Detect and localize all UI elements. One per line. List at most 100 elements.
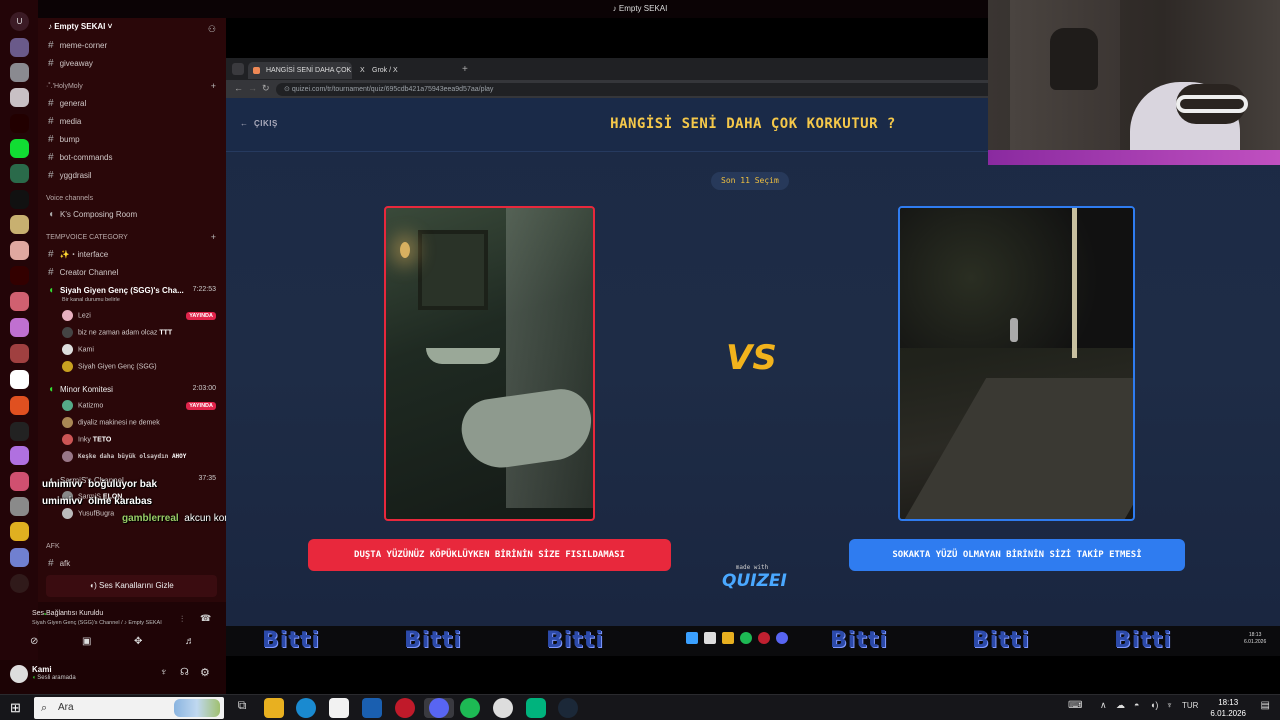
server-icon[interactable] bbox=[10, 548, 29, 567]
voice-user[interactable]: YusufBugra bbox=[62, 508, 114, 519]
obs-icon[interactable] bbox=[493, 698, 513, 718]
new-tab-icon[interactable]: + bbox=[462, 64, 468, 75]
category-holymoly[interactable]: ·˚.'HolyMoly bbox=[46, 83, 83, 90]
option-right-image[interactable] bbox=[898, 206, 1135, 521]
voice-channel[interactable]: ◖ K's Composing Room bbox=[48, 209, 137, 220]
taskbar-search[interactable]: ⌕ Ara bbox=[34, 697, 224, 719]
channel-item[interactable]: # Creator Channel bbox=[48, 267, 118, 278]
server-icon[interactable] bbox=[10, 139, 29, 158]
channel-item[interactable]: # bump bbox=[48, 134, 80, 145]
camera-off-icon[interactable]: ⊘ bbox=[30, 636, 38, 647]
category-afk[interactable]: AFK bbox=[46, 543, 60, 550]
microphone-icon[interactable]: ♆ bbox=[160, 667, 168, 678]
steam-icon[interactable] bbox=[558, 698, 578, 718]
server-icon[interactable] bbox=[10, 215, 29, 234]
server-icon[interactable] bbox=[10, 422, 29, 441]
speaker-icon[interactable]: ◖) bbox=[1150, 700, 1158, 710]
server-icon[interactable] bbox=[10, 396, 29, 415]
task-view-icon[interactable]: ⧉ bbox=[232, 698, 252, 718]
file-explorer-icon[interactable] bbox=[264, 698, 284, 718]
voice-user[interactable]: Siyah Giyen Genç (SGG) bbox=[62, 361, 157, 372]
tab-quiz[interactable]: HANGİSİ SENİ DAHA ÇOK bbox=[248, 62, 352, 79]
hash-icon: # bbox=[48, 98, 54, 109]
voice-user[interactable]: biz ne zaman adam olcaz TTT bbox=[62, 327, 172, 338]
channel-item[interactable]: # afk bbox=[48, 558, 70, 569]
category-tempvoice[interactable]: TEMPVOICE CATEGORY bbox=[46, 234, 128, 241]
channel-item[interactable]: # general bbox=[48, 98, 86, 109]
wifi-icon[interactable]: ◓ bbox=[1134, 700, 1139, 710]
microphone-icon[interactable]: ♆ bbox=[1166, 700, 1173, 710]
notification-icon[interactable]: ▤ bbox=[1261, 700, 1270, 711]
channel-item[interactable]: # meme-corner bbox=[48, 40, 107, 51]
voice-channel[interactable]: ◖ Minor Komitesi bbox=[48, 384, 113, 395]
server-icon[interactable] bbox=[10, 164, 29, 183]
voice-channel-active[interactable]: ◖ Siyah Giyen Genç (SGG)'s Cha... bbox=[48, 285, 184, 296]
server-icon[interactable] bbox=[10, 370, 29, 389]
keyboard-icon[interactable]: ⌨ bbox=[1068, 700, 1082, 711]
server-icon[interactable] bbox=[10, 292, 29, 311]
voice-user[interactable]: Katizmo bbox=[62, 400, 103, 411]
site-info-icon: ⊙ bbox=[284, 86, 292, 93]
headphones-icon[interactable]: ☊ bbox=[180, 667, 189, 678]
add-member-icon[interactable]: ⚇ bbox=[208, 24, 216, 35]
made-with-badge[interactable]: made with QUIZEI bbox=[722, 564, 787, 591]
server-icon[interactable]: U bbox=[10, 12, 29, 31]
server-icon[interactable] bbox=[10, 114, 29, 133]
avatar[interactable] bbox=[10, 665, 28, 683]
category-voice[interactable]: Voice channels bbox=[46, 195, 93, 202]
server-icon[interactable] bbox=[10, 472, 29, 491]
language-indicator[interactable]: TUR bbox=[1182, 701, 1198, 710]
hide-voice-channels-button[interactable]: ◖) Ses Kanallarını Gizle bbox=[46, 575, 217, 597]
server-icon[interactable] bbox=[10, 522, 29, 541]
soundboard-icon[interactable]: ♬ bbox=[185, 636, 195, 647]
server-icon[interactable] bbox=[10, 38, 29, 57]
disconnect-icon[interactable]: ☎ bbox=[200, 613, 211, 624]
network-icon[interactable]: ☁ bbox=[1116, 700, 1125, 711]
forward-arrow-icon[interactable]: → bbox=[248, 83, 257, 93]
discord-taskbar-button[interactable] bbox=[424, 698, 454, 718]
chat-app-icon[interactable] bbox=[526, 698, 546, 718]
server-icon[interactable] bbox=[10, 266, 29, 285]
tab-grok[interactable]: X Grok / X bbox=[354, 62, 458, 79]
windows-start-icon[interactable]: ⊞ bbox=[10, 700, 21, 716]
server-icon[interactable] bbox=[10, 88, 29, 107]
guild-name[interactable]: ♪ Empty SEKAI ˅ bbox=[48, 22, 112, 31]
back-arrow-icon[interactable]: ← bbox=[234, 83, 243, 93]
store-icon[interactable] bbox=[329, 698, 349, 718]
add-channel-icon[interactable]: + bbox=[211, 232, 216, 242]
edge-icon[interactable] bbox=[296, 698, 316, 718]
opera-icon[interactable] bbox=[395, 698, 415, 718]
reload-icon[interactable]: ↻ bbox=[262, 83, 270, 94]
server-icon[interactable] bbox=[10, 63, 29, 82]
server-icon[interactable] bbox=[10, 318, 29, 337]
voice-user[interactable]: Keşke daha büyük olsaydın AHOY bbox=[62, 451, 186, 462]
voice-user[interactable]: Kami bbox=[62, 344, 94, 355]
add-channel-icon[interactable]: + bbox=[211, 81, 216, 91]
channel-item[interactable]: # giveaway bbox=[48, 58, 93, 69]
server-icon[interactable] bbox=[10, 344, 29, 363]
channel-item[interactable]: # yggdrasil bbox=[48, 170, 92, 181]
activities-icon[interactable]: ✥ bbox=[134, 636, 142, 647]
chevron-up-icon[interactable]: ∧ bbox=[1100, 700, 1107, 711]
server-icon[interactable] bbox=[10, 190, 29, 209]
channel-item[interactable]: # media bbox=[48, 116, 81, 127]
browser-menu-icon[interactable] bbox=[232, 63, 244, 75]
server-icon[interactable] bbox=[10, 497, 29, 516]
server-icon[interactable] bbox=[10, 241, 29, 260]
voice-user[interactable]: diyaliz makinesi ne demek bbox=[62, 417, 160, 428]
option-left-button[interactable]: DUŞTA YÜZÜNÜZ KÖPÜKLÜYKEN BİRİNİN SİZE F… bbox=[308, 539, 671, 571]
taskbar-clock[interactable]: 18:13 6.01.2026 bbox=[1210, 697, 1246, 719]
option-right-button[interactable]: SOKAKTA YÜZÜ OLMAYAN BİRİNİN SİZİ TAKİP … bbox=[849, 539, 1185, 571]
voice-user[interactable]: Inky TETO bbox=[62, 434, 111, 445]
option-left-image[interactable] bbox=[384, 206, 595, 521]
server-icon[interactable] bbox=[10, 574, 29, 593]
mail-icon[interactable] bbox=[362, 698, 382, 718]
voice-user[interactable]: Lezi bbox=[62, 310, 91, 321]
server-icon[interactable] bbox=[10, 446, 29, 465]
noise-icon[interactable]: ⫶ bbox=[181, 614, 183, 625]
channel-item[interactable]: # ✨・interface bbox=[48, 249, 108, 260]
screen-share-icon[interactable]: ▣ bbox=[82, 636, 91, 647]
channel-item[interactable]: # bot-commands bbox=[48, 152, 112, 163]
gear-icon[interactable]: ⚙ bbox=[200, 666, 210, 679]
spotify-icon[interactable] bbox=[460, 698, 480, 718]
